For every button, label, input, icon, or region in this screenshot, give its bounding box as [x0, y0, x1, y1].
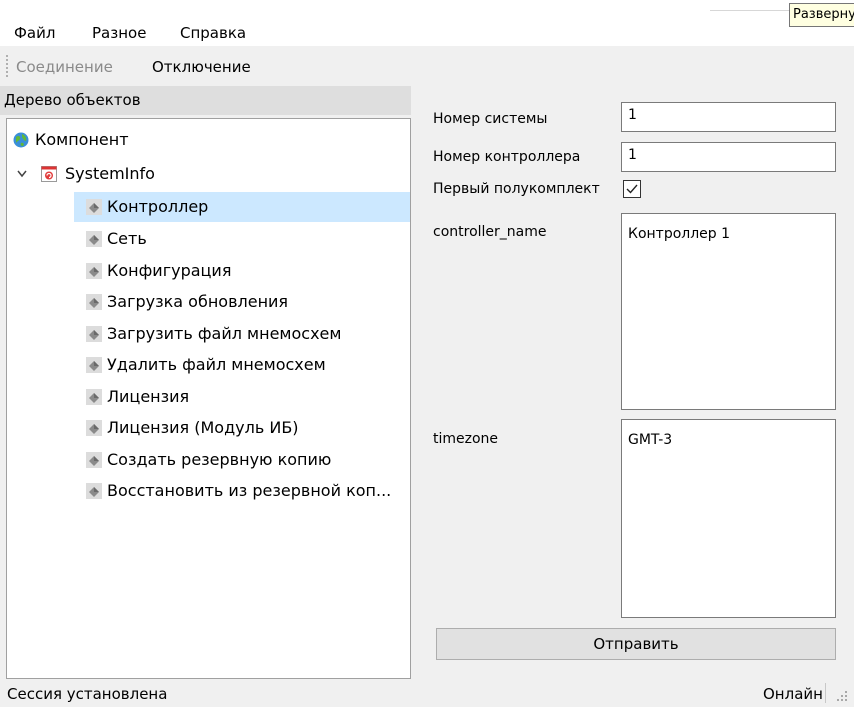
- object-tree[interactable]: Компонент SystemInfo Контроллер Сеть Кон…: [6, 118, 411, 679]
- diamond-icon: [86, 420, 102, 436]
- tree-item-network[interactable]: Сеть: [74, 224, 410, 254]
- toolbar-grip[interactable]: [6, 55, 8, 77]
- timezone-label: timezone: [433, 431, 499, 447]
- tree-item-restore-backup[interactable]: Восстановить из резервной коп...: [74, 476, 410, 506]
- diamond-icon: [86, 199, 102, 215]
- controller-name-textarea[interactable]: Контроллер 1: [621, 213, 836, 410]
- object-tree-header: Дерево объектов: [0, 86, 411, 115]
- status-separator: [825, 683, 826, 703]
- tree-item-configuration[interactable]: Конфигурация: [74, 256, 410, 286]
- diamond-icon: [86, 389, 102, 405]
- menu-misc[interactable]: Разное: [92, 24, 146, 42]
- tree-item-delete-mnemo[interactable]: Удалить файл мнемосхем: [74, 350, 410, 380]
- tree-item-label: Загрузка обновления: [107, 292, 289, 311]
- diamond-icon: [86, 263, 102, 279]
- tree-item-label: Создать резервную копию: [107, 450, 332, 469]
- tree-item-label: Лицензия (Модуль ИБ): [107, 418, 299, 437]
- menu-file[interactable]: Файл: [14, 24, 55, 42]
- session-status: Сессия установлена: [7, 685, 168, 703]
- tree-item-upload-update[interactable]: Загрузка обновления: [74, 287, 410, 317]
- disconnect-button[interactable]: Отключение: [152, 58, 251, 76]
- diamond-icon: [86, 483, 102, 499]
- first-half-checkbox[interactable]: [623, 180, 641, 198]
- connection-status: Онлайн: [763, 685, 823, 703]
- tree-root-label: Компонент: [35, 130, 129, 149]
- systeminfo-icon: [41, 166, 57, 182]
- tree-item-license-ib[interactable]: Лицензия (Модуль ИБ): [74, 413, 410, 443]
- controller-number-input[interactable]: 1: [621, 142, 836, 172]
- controller-name-label: controller_name: [433, 224, 547, 240]
- tree-item-label: Лицензия: [107, 387, 190, 406]
- controller-number-label: Номер контроллера: [433, 149, 581, 165]
- tree-group-systeminfo[interactable]: SystemInfo: [7, 159, 410, 189]
- resize-grip-icon[interactable]: [836, 690, 848, 702]
- tree-item-label: Контроллер: [107, 197, 209, 216]
- diamond-icon: [86, 357, 102, 373]
- system-number-input[interactable]: 1: [621, 102, 836, 132]
- window-edge: [710, 10, 790, 11]
- diamond-icon: [86, 452, 102, 468]
- connect-button[interactable]: Соединение: [16, 58, 113, 76]
- submit-button[interactable]: Отправить: [436, 628, 836, 660]
- tree-item-label: Сеть: [107, 229, 147, 248]
- toolbar: [0, 48, 854, 84]
- tree-group-label: SystemInfo: [65, 164, 155, 183]
- checkmark-icon: [626, 184, 638, 194]
- system-number-label: Номер системы: [433, 111, 548, 127]
- diamond-icon: [86, 294, 102, 310]
- tree-item-upload-mnemo[interactable]: Загрузить файл мнемосхем: [74, 319, 410, 349]
- menu-help[interactable]: Справка: [180, 24, 246, 42]
- tree-item-create-backup[interactable]: Создать резервную копию: [74, 445, 410, 475]
- tree-item-license[interactable]: Лицензия: [74, 382, 410, 412]
- tree-item-label: Восстановить из резервной коп...: [107, 481, 392, 500]
- tree-item-controller[interactable]: Контроллер: [74, 192, 410, 222]
- tree-item-label: Загрузить файл мнемосхем: [107, 324, 342, 343]
- tree-item-label: Конфигурация: [107, 261, 232, 280]
- tree-root-component[interactable]: Компонент: [7, 125, 410, 155]
- diamond-icon: [86, 326, 102, 342]
- chevron-down-icon[interactable]: [17, 170, 27, 178]
- tree-item-label: Удалить файл мнемосхем: [107, 355, 326, 374]
- first-half-label: Первый полукомплект: [433, 181, 600, 197]
- tooltip: Развернуть: [789, 3, 854, 27]
- diamond-icon: [86, 231, 102, 247]
- timezone-textarea[interactable]: GMT-3: [621, 419, 836, 618]
- globe-icon: [13, 132, 29, 148]
